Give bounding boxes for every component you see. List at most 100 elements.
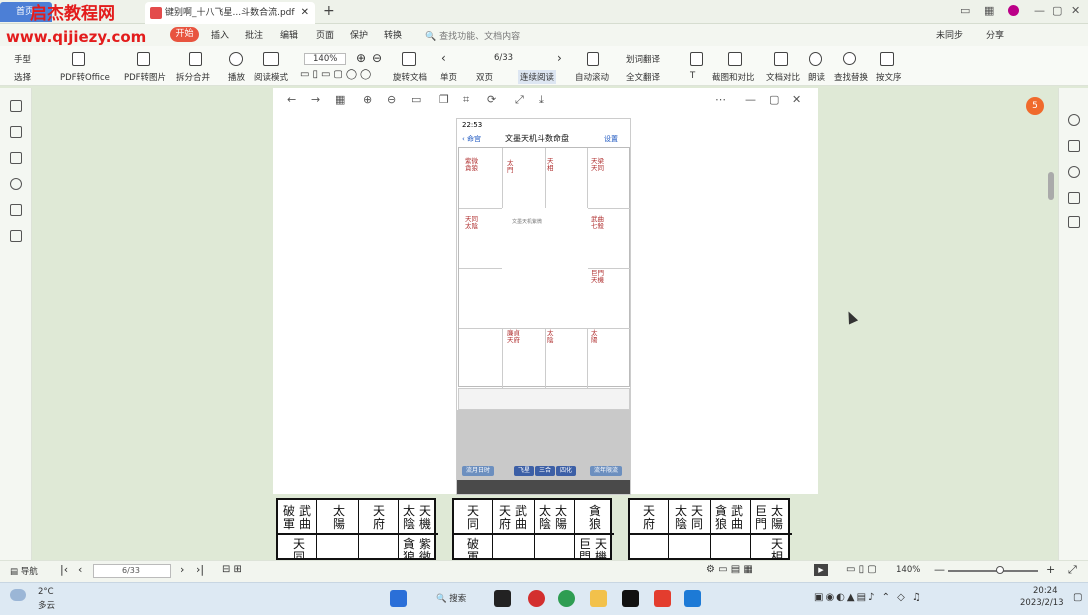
screenshot-compare-button[interactable]: 截图和对比 — [712, 71, 755, 83]
weather-temp[interactable]: 2°C — [38, 587, 54, 597]
menu-protect[interactable]: 保护 — [350, 28, 368, 41]
bookmark-icon[interactable] — [10, 100, 22, 112]
app-icon[interactable] — [528, 590, 545, 607]
auto-scroll-button[interactable]: 自动滚动 — [575, 71, 609, 83]
pdf-to-image-button[interactable]: PDF转图片 — [124, 71, 166, 83]
search-side-icon[interactable] — [1068, 114, 1080, 126]
nav-toggle[interactable]: ▤ 导航 — [10, 565, 38, 577]
select-tool[interactable]: 选择 — [14, 71, 31, 83]
menu-start[interactable]: 开始 — [170, 27, 199, 42]
text-order-button[interactable]: 按文序 — [876, 71, 902, 83]
system-tray-icons[interactable]: ▣◉◐▲▤♪ ⌃ ◇ ♫ — [814, 592, 923, 603]
grid-view-icon[interactable]: ▦ — [335, 93, 345, 106]
layout-status-icons[interactable]: ▭ ▯ ▢ — [846, 564, 877, 575]
help-icon[interactable] — [1068, 166, 1080, 178]
save-icon[interactable]: ⤓ — [539, 93, 544, 107]
doc-compare-button[interactable]: 文档对比 — [766, 71, 800, 83]
read-aloud-button[interactable]: 朗读 — [808, 71, 825, 83]
copy-icon[interactable]: ❐ — [439, 93, 449, 106]
zoom-out-icon[interactable]: ⊖ — [372, 51, 382, 65]
layers-icon[interactable] — [10, 230, 22, 242]
layout-icon[interactable]: ▭ — [960, 4, 970, 17]
back-icon[interactable]: ← — [287, 93, 296, 106]
crop-icon[interactable]: ⌗ — [463, 93, 469, 107]
scrollbar[interactable] — [1048, 172, 1054, 200]
folder-icon[interactable] — [590, 590, 607, 607]
page-indicator[interactable]: 6/33 — [494, 53, 513, 63]
view-tools-icon[interactable]: ▭▯▭▢◯◯ — [300, 69, 374, 80]
terminal-icon[interactable] — [622, 590, 639, 607]
thumbnail-icon[interactable] — [10, 126, 22, 138]
menu-annotate[interactable]: 批注 — [245, 28, 263, 41]
signature-icon[interactable] — [10, 204, 22, 216]
clock-time[interactable]: 20:24 — [1033, 586, 1058, 596]
viewer-minimize-icon[interactable]: — — [745, 93, 756, 106]
menu-edit[interactable]: 编辑 — [280, 28, 298, 41]
clock-date[interactable]: 2023/2/13 — [1020, 598, 1064, 608]
play-status-icon[interactable]: ▶ — [814, 564, 828, 576]
pdf-to-office-button[interactable]: PDF转Office — [60, 71, 110, 83]
share-side-icon[interactable] — [1068, 216, 1080, 228]
settings-side-icon[interactable] — [1068, 192, 1080, 204]
last-page-icon[interactable]: ›| — [196, 563, 204, 576]
viewer-maximize-icon[interactable]: ▢ — [769, 93, 779, 106]
split-merge-button[interactable]: 拆分合并 — [176, 71, 210, 83]
fit-icon[interactable]: ▭ — [411, 93, 421, 106]
read-mode-button[interactable]: 阅读模式 — [254, 71, 288, 83]
zoom-slider-handle[interactable] — [996, 566, 1004, 574]
search-input[interactable]: 🔍 查找功能、文档内容 — [425, 29, 520, 42]
translate-word-button[interactable]: 划词翻译 — [626, 53, 660, 65]
continuous-read-button[interactable]: 连续阅读 — [518, 70, 557, 84]
first-page-icon[interactable]: |‹ — [60, 563, 68, 576]
play-button[interactable]: 播放 — [228, 71, 245, 83]
forward-icon[interactable]: → — [311, 93, 320, 106]
attachment-icon[interactable] — [10, 178, 22, 190]
avatar[interactable] — [1008, 5, 1019, 16]
zoom-select[interactable]: 140% — [304, 53, 347, 65]
fullscreen-icon[interactable]: ⤢ — [1068, 563, 1077, 577]
share-button[interactable]: 分享 — [986, 28, 1004, 41]
taskbar-search[interactable]: 🔍 搜索 — [436, 592, 466, 604]
zoom-status[interactable]: 140% — [896, 565, 920, 575]
more-icon[interactable]: ⋯ — [715, 93, 726, 106]
wechat-icon[interactable] — [558, 590, 575, 607]
rotate-viewer-icon[interactable]: ⟳ — [487, 93, 496, 106]
close-icon[interactable]: ✕ — [301, 2, 309, 24]
translate-full-button[interactable]: 全文翻译 — [626, 71, 660, 83]
meeting-icon[interactable] — [684, 590, 701, 607]
view-mode-icons[interactable]: ⚙ ▭ ▤ ▦ — [706, 564, 753, 575]
find-replace-button[interactable]: 查找替换 — [834, 71, 868, 83]
rotate-button[interactable]: 旋转文档 — [393, 71, 427, 83]
next-page-status-icon[interactable]: › — [180, 563, 184, 576]
zoom-slider[interactable] — [948, 570, 1038, 572]
minimize-icon[interactable]: — — [1034, 4, 1045, 17]
maximize-icon[interactable]: ▢ — [1052, 4, 1062, 17]
wps-icon[interactable] — [654, 590, 671, 607]
next-page-icon[interactable]: › — [557, 51, 562, 65]
tab-document[interactable]: 键别啊_十八飞星...斗数合流.pdf ✕ — [145, 2, 315, 24]
sync-status[interactable]: 未同步 — [936, 28, 963, 41]
fit-width-icon[interactable]: ⊟ ⊞ — [222, 564, 242, 575]
close-window-icon[interactable]: ✕ — [1071, 4, 1080, 17]
zoom-in-viewer-icon[interactable]: ⊕ — [363, 93, 372, 106]
single-page-button[interactable]: 单页 — [440, 71, 457, 83]
prev-page-icon[interactable]: ‹ — [441, 51, 446, 65]
grid-icon[interactable]: ▦ — [984, 4, 994, 17]
menu-page[interactable]: 页面 — [316, 28, 334, 41]
menu-convert[interactable]: 转换 — [384, 28, 402, 41]
windows-start-icon[interactable] — [390, 590, 407, 607]
task-view-icon[interactable] — [494, 590, 511, 607]
zoom-in-icon[interactable]: ⊕ — [356, 51, 366, 65]
zoom-out-status-icon[interactable]: — — [934, 563, 945, 576]
page-input[interactable]: 6/33 — [93, 564, 171, 578]
notification-badge[interactable]: 5 — [1026, 97, 1044, 115]
viewer-close-icon[interactable]: ✕ — [792, 93, 801, 106]
menu-insert[interactable]: 插入 — [211, 28, 229, 41]
new-tab-button[interactable]: + — [323, 3, 335, 19]
expand-icon[interactable]: ⤢ — [515, 93, 524, 107]
zoom-out-viewer-icon[interactable]: ⊖ — [387, 93, 396, 106]
double-page-button[interactable]: 双页 — [476, 71, 493, 83]
hand-tool[interactable]: 手型 — [14, 53, 31, 65]
prev-page-status-icon[interactable]: ‹ — [78, 563, 82, 576]
comment-icon[interactable] — [10, 152, 22, 164]
